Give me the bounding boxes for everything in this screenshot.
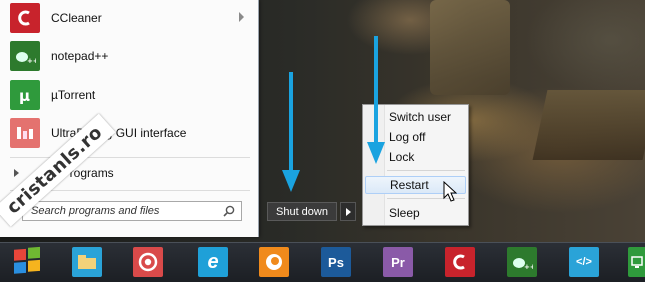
photoshop-icon[interactable]: Ps: [321, 247, 351, 277]
search-input[interactable]: [29, 204, 223, 218]
explorer-icon[interactable]: [72, 247, 102, 277]
ccleaner-icon[interactable]: [445, 247, 475, 277]
ps-glyph: Ps: [328, 254, 344, 270]
ccleaner-icon: [10, 3, 40, 33]
chrome-icon[interactable]: [133, 247, 163, 277]
green-app-icon[interactable]: [628, 247, 645, 277]
wallpaper-stamp-face: [532, 90, 645, 160]
ie-glyph: e: [207, 250, 219, 273]
mouse-cursor-icon: [443, 181, 457, 202]
expand-arrow-icon: [14, 169, 19, 177]
program-notepadpp[interactable]: ++ notepad++: [10, 38, 252, 74]
svg-text:µ: µ: [19, 87, 30, 104]
premiere-icon[interactable]: Pr: [383, 247, 413, 277]
utorrent-icon: µ: [10, 80, 40, 110]
ultradefrag-icon: [10, 118, 40, 148]
search-icon[interactable]: [223, 205, 235, 217]
code-glyph: </>: [576, 256, 592, 268]
wallpaper-stamp-handle: [430, 0, 510, 95]
program-ccleaner[interactable]: CCleaner: [10, 0, 252, 36]
svg-text:++: ++: [524, 263, 533, 271]
program-label: µTorrent: [51, 88, 96, 102]
program-label: notepad++: [51, 49, 109, 63]
program-label: CCleaner: [51, 11, 102, 25]
taskbar: e Ps Pr ++ </>: [0, 242, 645, 282]
program-utorrent[interactable]: µ µTorrent: [10, 77, 252, 113]
submenu-arrow-icon[interactable]: [239, 12, 244, 22]
menu-item-sleep[interactable]: Sleep: [365, 204, 466, 222]
internet-explorer-icon[interactable]: e: [198, 247, 228, 277]
firefox-icon[interactable]: [259, 247, 289, 277]
menu-divider: [10, 157, 250, 158]
shut-down-options-button[interactable]: [340, 202, 356, 221]
annotation-arrow-icon: [367, 36, 385, 164]
program-ultradefrag[interactable]: UltraDefrag GUI interface: [10, 115, 252, 151]
pr-glyph: Pr: [391, 254, 405, 270]
notepadpp-icon: ++: [10, 41, 40, 71]
menu-separator: [387, 170, 465, 171]
shut-down-button[interactable]: Shut down: [267, 202, 337, 221]
windows-start-icon[interactable]: [10, 244, 44, 278]
start-menu-programs-panel: CCleaner ++ notepad++ µ µTorrent UltraDe…: [0, 0, 259, 237]
code-editor-icon[interactable]: </>: [569, 247, 599, 277]
search-box[interactable]: [22, 201, 242, 221]
svg-text:++: ++: [27, 57, 36, 65]
notepadpp-icon[interactable]: ++: [507, 247, 537, 277]
annotation-arrow-icon: [282, 72, 300, 192]
chevron-right-icon: [346, 208, 351, 216]
